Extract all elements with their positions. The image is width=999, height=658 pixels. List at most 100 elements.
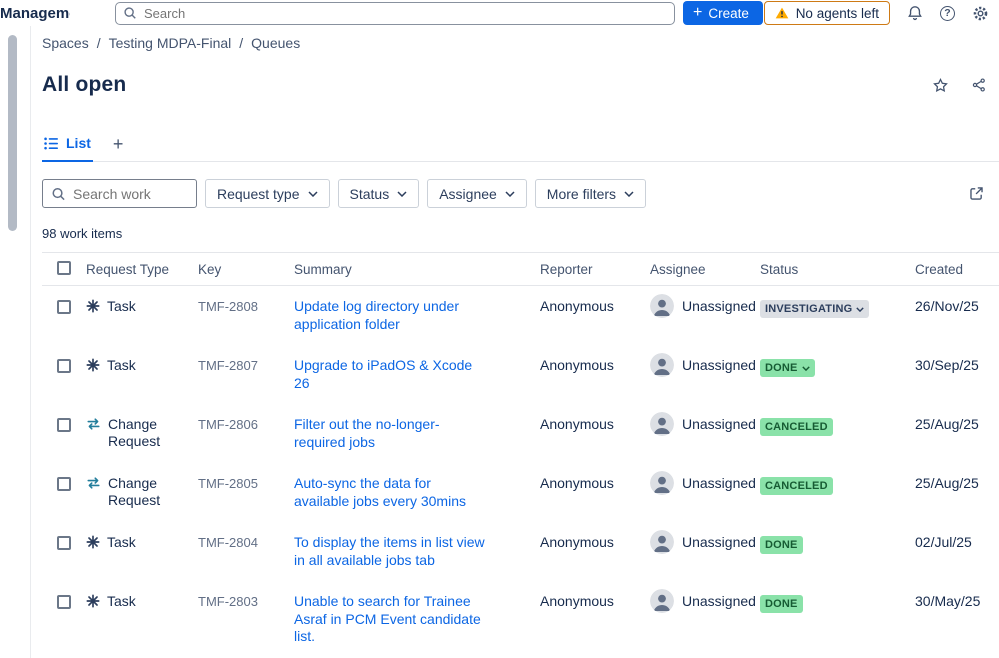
table-row[interactable]: Task TMF-2808 Update log directory under… — [42, 286, 999, 345]
sidebar-scrollbar[interactable] — [8, 35, 17, 231]
reporter-name: Anonymous — [540, 475, 614, 492]
no-agents-left-label: No agents left — [795, 5, 879, 21]
assignee-avatar-icon — [650, 589, 674, 614]
reporter-name: Anonymous — [540, 593, 614, 610]
assignee-avatar-icon — [650, 471, 674, 496]
header-status: Status — [760, 261, 799, 277]
breadcrumb-separator: / — [239, 35, 244, 51]
work-item-summary-link[interactable]: Auto-sync the data for available jobs ev… — [294, 475, 489, 510]
status-filter[interactable]: Status — [337, 179, 420, 209]
row-checkbox[interactable] — [57, 300, 71, 315]
filter-bar: Request type Status Assignee More filter… — [42, 179, 999, 209]
reporter-name: Anonymous — [540, 357, 614, 374]
chevron-down-icon — [397, 191, 407, 197]
open-in-new-icon — [968, 185, 985, 202]
share-button[interactable] — [971, 77, 987, 93]
global-search-input[interactable] — [115, 1, 675, 25]
assignee-filter[interactable]: Assignee — [427, 179, 527, 209]
header-created: Created — [915, 261, 964, 277]
search-icon — [123, 6, 137, 20]
created-date: 25/Aug/25 — [915, 475, 979, 492]
row-checkbox[interactable] — [57, 418, 71, 433]
status-badge[interactable]: DONE — [760, 359, 815, 378]
reporter-name: Anonymous — [540, 298, 614, 315]
work-item-key: TMF-2807 — [198, 358, 258, 374]
work-item-summary-link[interactable]: Upgrade to iPadOS & Xcode 26 — [294, 357, 489, 392]
notifications-button[interactable] — [907, 5, 923, 21]
table-row[interactable]: Change Request TMF-2806 Filter out the n… — [42, 404, 999, 463]
table-row[interactable]: Task TMF-2804 To display the items in li… — [42, 522, 999, 581]
assignee-name: Unassigned — [682, 416, 756, 433]
work-item-key: TMF-2803 — [198, 594, 258, 610]
chevron-down-icon — [624, 191, 634, 197]
share-icon — [971, 77, 987, 93]
settings-button[interactable] — [972, 5, 989, 22]
work-type-icon — [86, 417, 101, 431]
work-item-summary-link[interactable]: Unable to search for Trainee Asraf in PC… — [294, 593, 489, 646]
chevron-down-icon — [801, 366, 810, 371]
row-checkbox[interactable] — [57, 477, 71, 492]
row-checkbox[interactable] — [57, 595, 71, 610]
global-search — [115, 1, 675, 25]
row-checkbox[interactable] — [57, 536, 71, 551]
chevron-down-icon — [307, 191, 318, 197]
status-label: DONE — [765, 362, 798, 375]
work-item-key: TMF-2804 — [198, 535, 258, 551]
table-header: Request Type Key Summary Reporter Assign… — [42, 252, 999, 287]
status-badge[interactable]: CANCELED — [760, 418, 833, 437]
assignee-avatar-icon — [650, 294, 674, 319]
work-item-key: TMF-2808 — [198, 299, 258, 315]
assignee-avatar-icon — [650, 412, 674, 437]
tab-list-label: List — [66, 135, 91, 152]
request-type-filter[interactable]: Request type — [205, 179, 330, 209]
reporter-name: Anonymous — [540, 416, 614, 433]
work-type-label: Task — [107, 593, 136, 610]
created-date: 02/Jul/25 — [915, 534, 972, 551]
created-date: 25/Aug/25 — [915, 416, 979, 433]
breadcrumb-separator: / — [96, 35, 101, 51]
plus-icon: + — [693, 3, 703, 21]
chevron-down-icon — [505, 191, 515, 197]
header-key: Key — [198, 261, 222, 277]
created-date: 26/Nov/25 — [915, 298, 979, 315]
more-filters[interactable]: More filters — [534, 179, 647, 209]
work-item-summary-link[interactable]: Filter out the no-longer-required jobs — [294, 416, 489, 451]
table-row[interactable]: Change Request TMF-2805 Auto-sync the da… — [42, 463, 999, 522]
no-agents-left-button[interactable]: No agents left — [763, 1, 890, 25]
assignee-name: Unassigned — [682, 357, 756, 374]
chevron-down-icon — [856, 307, 865, 312]
tab-list[interactable]: List — [42, 135, 93, 163]
add-view-button[interactable]: + — [109, 135, 128, 161]
help-button[interactable]: ? — [940, 5, 955, 21]
search-work — [42, 179, 197, 209]
create-button[interactable]: + Create — [683, 1, 763, 25]
row-checkbox[interactable] — [57, 359, 71, 374]
header-summary: Summary — [294, 261, 352, 277]
status-badge[interactable]: INVESTIGATING — [760, 300, 870, 319]
work-type-icon — [86, 358, 100, 372]
status-badge[interactable]: DONE — [760, 595, 803, 614]
created-date: 30/May/25 — [915, 593, 981, 610]
bell-icon — [907, 5, 923, 21]
table-row[interactable]: Task TMF-2803 Unable to search for Train… — [42, 581, 999, 658]
select-all-checkbox[interactable] — [57, 260, 71, 275]
work-type-label: Change Request — [108, 475, 161, 509]
app-title: Management — [0, 4, 70, 22]
assignee-name: Unassigned — [682, 298, 756, 315]
assignee-name: Unassigned — [682, 475, 756, 492]
work-item-summary-link[interactable]: Update log directory under application f… — [294, 298, 489, 333]
created-date: 30/Sep/25 — [915, 357, 979, 374]
favorite-button[interactable] — [932, 77, 949, 94]
status-badge[interactable]: DONE — [760, 536, 803, 555]
open-in-new-button[interactable] — [966, 183, 987, 204]
work-type-label: Change Request — [108, 416, 161, 450]
work-item-key: TMF-2805 — [198, 476, 258, 492]
breadcrumb-project[interactable]: Testing MDPA-Final — [109, 35, 232, 51]
status-badge[interactable]: CANCELED — [760, 477, 833, 496]
status-label: CANCELED — [765, 480, 828, 493]
table-row[interactable]: Task TMF-2807 Upgrade to iPadOS & Xcode … — [42, 345, 999, 404]
work-item-summary-link[interactable]: To display the items in list view in all… — [294, 534, 489, 569]
breadcrumb-queues[interactable]: Queues — [251, 35, 300, 51]
breadcrumb-spaces[interactable]: Spaces — [42, 35, 89, 51]
work-type-label: Task — [107, 298, 136, 315]
